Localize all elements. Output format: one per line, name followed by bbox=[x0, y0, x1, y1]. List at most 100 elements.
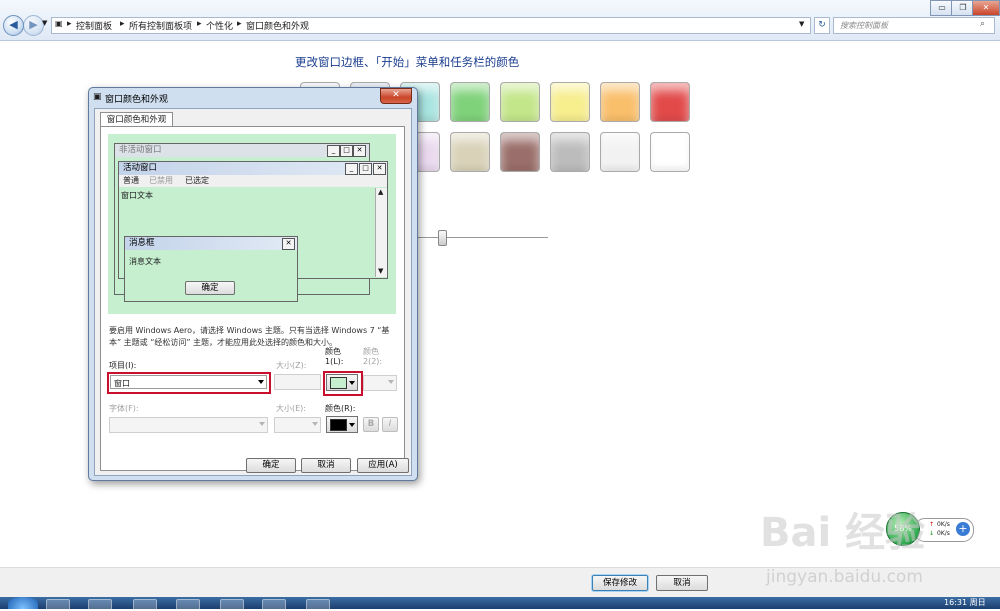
window-text: 窗口文本 bbox=[121, 191, 153, 200]
control-panel-icon: ▣ bbox=[55, 19, 63, 28]
size-label: 大小(Z): bbox=[276, 361, 307, 370]
size-spinner[interactable] bbox=[274, 374, 321, 390]
refresh-icon[interactable]: ↻ bbox=[814, 17, 830, 34]
window-color-appearance-dialog: ▣ 窗口颜色和外观 ✕ 窗口颜色和外观 非活动窗口 _ □ ✕ 活动窗口 _ □… bbox=[88, 87, 418, 481]
font-label: 字体(F): bbox=[109, 404, 139, 413]
tab-window-color[interactable]: 窗口颜色和外观 bbox=[100, 112, 173, 127]
close-icon: ✕ bbox=[373, 163, 386, 175]
breadcrumb-item[interactable]: 窗口颜色和外观 bbox=[246, 19, 309, 32]
color-swatch[interactable] bbox=[600, 82, 640, 122]
dialog-close-button[interactable]: ✕ bbox=[380, 88, 412, 104]
window-close-button[interactable]: ✕ bbox=[972, 0, 1000, 16]
font-select[interactable] bbox=[109, 417, 268, 433]
color1-label: 颜色 1(L): bbox=[325, 347, 344, 366]
minimize-icon: _ bbox=[345, 163, 358, 175]
item-select[interactable]: 窗口 bbox=[110, 375, 267, 389]
search-placeholder: 搜索控制面板 bbox=[840, 21, 888, 30]
message-box-title: 消息框 bbox=[125, 237, 297, 250]
search-icon[interactable]: ⌕ bbox=[980, 19, 985, 29]
breadcrumb-item[interactable]: 控制面板 bbox=[76, 19, 112, 32]
chevron-down-icon bbox=[349, 381, 355, 385]
start-orb[interactable] bbox=[8, 597, 38, 609]
paint-icon[interactable] bbox=[306, 599, 330, 611]
italic-button[interactable]: I bbox=[382, 417, 398, 432]
scroll-up-icon: ▲ bbox=[378, 188, 384, 196]
font-color-button[interactable] bbox=[326, 416, 358, 433]
home-icon[interactable] bbox=[176, 599, 200, 611]
item-label: 项目(I): bbox=[109, 361, 137, 370]
menu-disabled: 已禁用 bbox=[149, 176, 173, 185]
dialog-cancel-button[interactable]: 取消 bbox=[301, 458, 351, 473]
search-input[interactable]: 搜索控制面板 ⌕ bbox=[833, 17, 995, 34]
address-bar[interactable]: ▣ ▸ 控制面板 ▸ 所有控制面板项 ▸ 个性化 ▸ 窗口颜色和外观 ▼ bbox=[51, 17, 811, 34]
scroll-down-icon: ▼ bbox=[378, 267, 384, 275]
media-player-icon[interactable] bbox=[133, 599, 157, 611]
chevron-down-icon bbox=[259, 422, 265, 426]
font-size-label: 大小(E): bbox=[276, 404, 306, 413]
chevron-down-icon bbox=[388, 380, 394, 384]
page-heading: 更改窗口边框、「开始」菜单和任务栏的颜色 bbox=[295, 55, 520, 69]
breadcrumb-item[interactable]: 所有控制面板项 bbox=[129, 19, 192, 32]
font-color-swatch bbox=[330, 419, 347, 431]
preview-area[interactable]: 非活动窗口 _ □ ✕ 活动窗口 _ □ ✕ 普通 已禁用 已选定 窗口文本 ▲… bbox=[108, 134, 396, 314]
chevron-down-icon bbox=[258, 380, 264, 384]
recent-pages-dropdown-icon[interactable]: ▼ bbox=[42, 19, 47, 27]
preview-message-box[interactable]: 消息框 ✕ 消息文本 确定 bbox=[124, 236, 298, 302]
cancel-button[interactable]: 取消 bbox=[656, 575, 708, 591]
save-changes-button[interactable]: 保存修改 bbox=[592, 575, 648, 591]
chevron-down-icon bbox=[349, 423, 355, 427]
color2-button[interactable] bbox=[363, 375, 397, 391]
font-color-label: 颜色(R): bbox=[325, 404, 356, 413]
control-panel-taskbar-icon[interactable] bbox=[262, 599, 286, 611]
color2-label: 颜色 2(2): bbox=[363, 347, 383, 366]
upload-speed: 0K/s bbox=[937, 521, 950, 528]
color-swatch[interactable] bbox=[500, 132, 540, 172]
menu-selected: 已选定 bbox=[185, 176, 209, 185]
color-swatch[interactable] bbox=[450, 82, 490, 122]
baidu-watermark: Bai 经验 bbox=[760, 510, 926, 556]
dialog-apply-button[interactable]: 应用(A) bbox=[357, 458, 409, 473]
forward-button[interactable]: ▶ bbox=[23, 15, 44, 36]
download-arrow-icon: ↓ bbox=[929, 530, 935, 537]
clock[interactable]: 16:31 周日 bbox=[944, 597, 986, 608]
close-icon: ✕ bbox=[282, 238, 295, 250]
baidu-watermark-url: jingyan.baidu.com bbox=[766, 567, 923, 587]
color-swatch[interactable] bbox=[650, 132, 690, 172]
preview-scrollbar: ▲ ▼ bbox=[375, 188, 387, 277]
preview-menubar: 普通 已禁用 已选定 bbox=[119, 175, 387, 187]
message-text: 消息文本 bbox=[129, 257, 161, 266]
color1-swatch bbox=[330, 377, 347, 389]
intensity-slider-thumb[interactable] bbox=[438, 230, 447, 246]
dialog-title: 窗口颜色和外观 bbox=[105, 95, 169, 105]
explorer-toolbar: ◀ ▶ ▼ ▣ ▸ 控制面板 ▸ 所有控制面板项 ▸ 个性化 ▸ 窗口颜色和外观… bbox=[0, 0, 1000, 41]
minimize-icon: _ bbox=[327, 145, 340, 157]
folder-icon[interactable] bbox=[88, 599, 112, 611]
breadcrumb-item[interactable]: 个性化 bbox=[206, 19, 233, 32]
ie-icon[interactable] bbox=[46, 599, 70, 611]
color-swatch[interactable] bbox=[650, 82, 690, 122]
chevron-down-icon bbox=[312, 422, 318, 426]
menu-normal: 普通 bbox=[123, 176, 139, 185]
maximize-icon: □ bbox=[359, 163, 372, 175]
bold-button[interactable]: B bbox=[363, 417, 379, 432]
dialog-ok-button[interactable]: 确定 bbox=[246, 458, 296, 473]
dialog-body: 窗口颜色和外观 非活动窗口 _ □ ✕ 活动窗口 _ □ ✕ 普通 已禁用 已选… bbox=[94, 108, 412, 476]
cmd-icon[interactable] bbox=[220, 599, 244, 611]
color1-button[interactable] bbox=[326, 374, 358, 391]
address-dropdown-icon[interactable]: ▼ bbox=[799, 20, 804, 28]
upload-arrow-icon: ↑ bbox=[929, 521, 935, 528]
aero-explanation-text: 要启用 Windows Aero，请选择 Windows 主题。只有当选择 Wi… bbox=[109, 326, 390, 347]
tab-panel: 非活动窗口 _ □ ✕ 活动窗口 _ □ ✕ 普通 已禁用 已选定 窗口文本 ▲… bbox=[100, 126, 405, 471]
color-swatch[interactable] bbox=[500, 82, 540, 122]
color-swatch[interactable] bbox=[600, 132, 640, 172]
color-swatch[interactable] bbox=[550, 82, 590, 122]
back-button[interactable]: ◀ bbox=[3, 15, 24, 36]
color-swatch[interactable] bbox=[450, 132, 490, 172]
close-icon: ✕ bbox=[353, 145, 366, 157]
plus-icon[interactable]: + bbox=[956, 522, 970, 536]
download-speed: 0K/s bbox=[937, 530, 950, 537]
taskbar: 16:31 周日 bbox=[0, 597, 1000, 611]
font-size-select[interactable] bbox=[274, 417, 321, 433]
color-swatch[interactable] bbox=[550, 132, 590, 172]
item-select-value: 窗口 bbox=[114, 379, 130, 388]
